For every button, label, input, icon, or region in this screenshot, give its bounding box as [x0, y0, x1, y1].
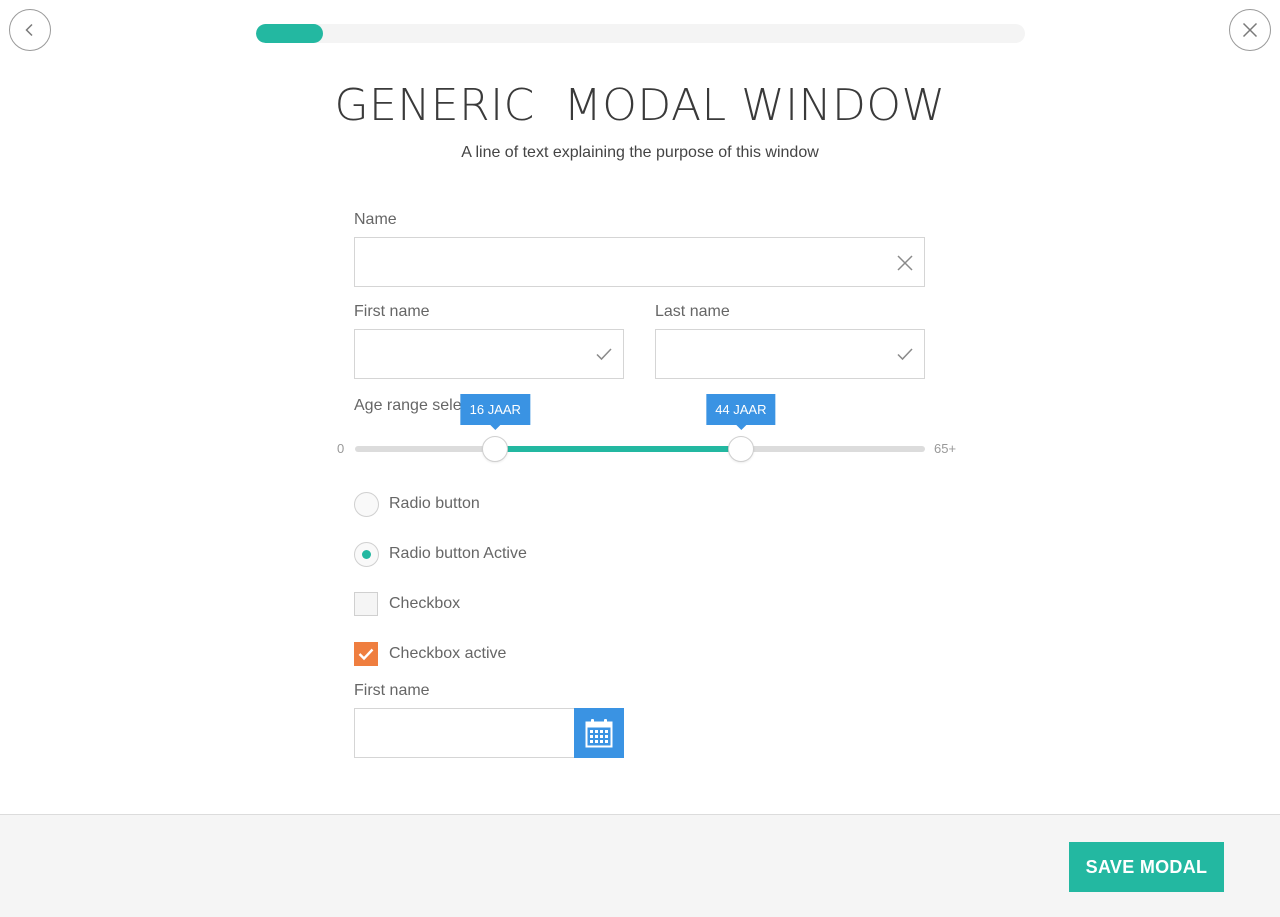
radio-button[interactable] [354, 491, 379, 517]
date-label: First name [354, 682, 430, 699]
date-picker-button[interactable] [574, 708, 624, 758]
last-name-input[interactable] [656, 330, 924, 378]
slider-handle-high[interactable] [727, 436, 754, 462]
date-input[interactable] [355, 709, 574, 757]
name-field-wrapper [354, 237, 925, 287]
slider-min-label: 0 [337, 441, 345, 456]
slider-max-label: 65+ [934, 441, 957, 456]
first-name-field-wrapper [354, 329, 624, 379]
checkbox-option[interactable]: Checkbox [354, 591, 460, 617]
back-button[interactable] [9, 9, 51, 51]
last-name-field-wrapper [655, 329, 925, 379]
last-name-label: Last name [655, 303, 730, 320]
slider-selected-range [495, 446, 741, 452]
close-button[interactable] [1229, 9, 1271, 51]
slider-handle-low[interactable] [482, 436, 509, 462]
close-icon [1242, 22, 1258, 38]
radio-label: Radio button [389, 495, 480, 512]
name-label: Name [354, 211, 397, 228]
save-modal-button[interactable]: SAVE MODAL [1069, 842, 1224, 892]
radio-option-active[interactable]: Radio button Active [354, 541, 527, 567]
slider-tooltip-high: 44 JAAR [706, 394, 776, 430]
chevron-left-icon [25, 23, 33, 37]
check-icon [596, 348, 612, 361]
checkbox[interactable] [354, 592, 378, 616]
checkbox-label: Checkbox active [389, 645, 507, 662]
progress-bar [256, 24, 1025, 43]
first-name-label: First name [354, 303, 430, 320]
checkbox-label: Checkbox [389, 595, 461, 612]
checkbox-active[interactable] [354, 642, 378, 666]
page-subtitle: A line of text explaining the purpose of… [461, 144, 819, 161]
progress-fill [256, 24, 323, 43]
first-name-input[interactable] [355, 330, 623, 378]
radio-option[interactable]: Radio button [354, 491, 480, 517]
slider-tooltip-low: 16 JAAR [460, 394, 530, 430]
page-title: GENERIC MODAL WINDOW [334, 80, 946, 131]
checkmark-icon [358, 648, 374, 661]
age-range-slider: Age range selector 0 65+ 16 JAAR 44 JAAR [336, 394, 976, 464]
checkbox-option-active[interactable]: Checkbox active [354, 641, 506, 667]
clear-x-icon[interactable] [896, 254, 914, 272]
date-field-wrapper [354, 708, 575, 758]
name-input[interactable] [355, 238, 924, 286]
slider-track[interactable] [355, 446, 925, 452]
radio-selected-dot [362, 549, 371, 559]
radio-button-active[interactable] [354, 541, 379, 567]
radio-label: Radio button Active [389, 545, 527, 562]
check-icon [897, 348, 913, 361]
modal-footer: SAVE MODAL [0, 814, 1280, 917]
calendar-icon [585, 719, 613, 748]
